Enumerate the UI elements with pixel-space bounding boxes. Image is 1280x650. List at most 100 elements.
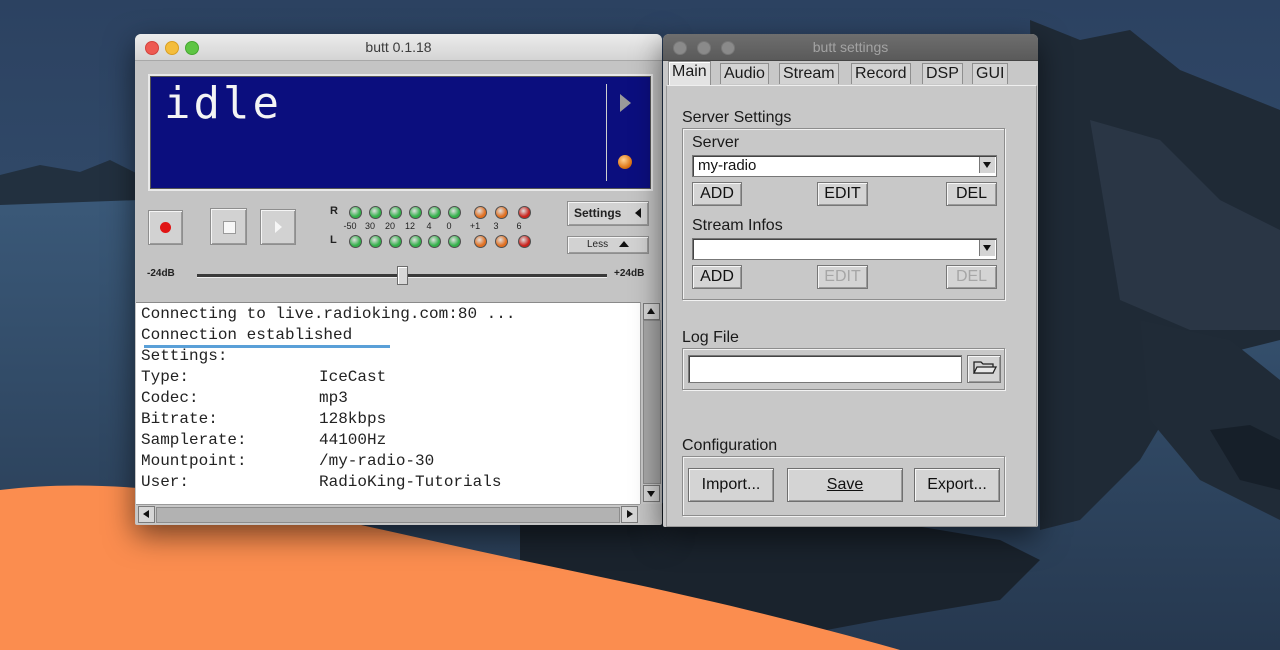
log-key: Codec: [141, 389, 199, 407]
stream-infos-select[interactable] [692, 238, 997, 260]
tab-record[interactable]: Record [851, 63, 911, 84]
stream-edit-button[interactable]: EDIT [817, 265, 868, 289]
log-key: Mountpoint: [141, 452, 247, 470]
server-settings-heading: Server Settings [682, 109, 792, 126]
scroll-right-button[interactable] [621, 506, 638, 523]
server-edit-button[interactable]: EDIT [817, 182, 868, 206]
server-label: Server [692, 134, 740, 151]
record-button[interactable] [148, 210, 183, 245]
scroll-thumb[interactable] [156, 507, 620, 523]
vu-left-led [495, 235, 508, 248]
less-button[interactable]: Less [567, 236, 649, 254]
tab-main[interactable]: Main [668, 61, 711, 86]
log-file-group [682, 348, 1005, 390]
log-vertical-scrollbar[interactable] [640, 302, 662, 504]
log-value: IceCast [319, 368, 387, 386]
log-key: Bitrate: [141, 410, 218, 428]
vu-right-led [369, 206, 382, 219]
lcd-display[interactable]: idle [148, 74, 653, 191]
import-button[interactable]: Import... [688, 468, 774, 502]
stop-icon [223, 221, 236, 234]
vu-right-led [448, 206, 461, 219]
stream-del-button[interactable]: DEL [946, 265, 997, 289]
vu-left-led [409, 235, 422, 248]
vu-scale-label: 20 [384, 221, 395, 231]
settings-tabbar: Main Audio Stream Record DSP GUI [666, 61, 1036, 86]
log-file-input[interactable] [688, 355, 962, 383]
vu-left-label: L [330, 234, 337, 246]
vu-left-led [369, 235, 382, 248]
main-tab-panel: Server Settings Server my-radio ADD EDIT… [666, 85, 1037, 527]
tab-stream[interactable]: Stream [779, 63, 839, 84]
vu-left-led [448, 235, 461, 248]
vu-scale-label: +1 [469, 221, 481, 231]
configuration-group: Import... Save Export... [682, 456, 1005, 516]
vu-scale-label: 30 [364, 221, 375, 231]
server-add-button[interactable]: ADD [692, 182, 742, 206]
caret-up-icon [619, 241, 629, 247]
vu-left-led [349, 235, 362, 248]
chevron-down-icon[interactable] [979, 157, 995, 173]
gain-min-label: -24dB [147, 268, 175, 279]
log-value: mp3 [319, 389, 348, 407]
scroll-thumb[interactable] [643, 320, 661, 484]
vu-left-led [474, 235, 487, 248]
vu-scale-label: 3 [493, 221, 499, 231]
scroll-left-button[interactable] [138, 506, 155, 523]
play-icon [275, 221, 282, 233]
scroll-down-button[interactable] [643, 485, 660, 502]
stream-add-button[interactable]: ADD [692, 265, 742, 289]
window-title: butt settings [812, 39, 889, 55]
log-value: RadioKing-Tutorials [319, 473, 502, 491]
vu-right-led [428, 206, 441, 219]
log-key: Type: [141, 368, 190, 386]
vu-scale-label: 4 [426, 221, 432, 231]
lcd-play-indicator-icon [620, 94, 631, 112]
tab-audio[interactable]: Audio [720, 63, 769, 84]
arrow-down-icon [647, 491, 655, 497]
chevron-down-icon[interactable] [979, 240, 995, 256]
server-del-button[interactable]: DEL [946, 182, 997, 206]
log-output[interactable]: Connecting to live.radioking.com:80 ... … [136, 302, 640, 505]
vu-left-led [518, 235, 531, 248]
record-icon [160, 222, 171, 233]
export-button[interactable]: Export... [914, 468, 1000, 502]
butt-settings-window: butt settings Main Audio Stream Record D… [663, 34, 1038, 527]
vu-scale-label: 0 [446, 221, 452, 231]
log-key: Samplerate: [141, 431, 247, 449]
log-line-connection-established: Connection established [141, 326, 353, 344]
log-horizontal-scrollbar[interactable] [136, 504, 640, 524]
vu-right-led [518, 206, 531, 219]
tab-gui[interactable]: GUI [972, 63, 1009, 84]
butt-main-window: butt 0.1.18 idle R L -50 30 20 12 4 0 +1… [135, 34, 662, 525]
main-titlebar[interactable]: butt 0.1.18 [135, 34, 662, 61]
arrow-left-icon [143, 510, 149, 518]
arrow-up-icon [647, 308, 655, 314]
scroll-up-button[interactable] [643, 303, 660, 320]
log-key: User: [141, 473, 190, 491]
settings-titlebar[interactable]: butt settings [663, 34, 1038, 61]
vu-right-led [409, 206, 422, 219]
server-select-value: my-radio [698, 157, 757, 174]
stop-button[interactable] [210, 208, 247, 245]
vu-right-led [349, 206, 362, 219]
lcd-divider [606, 84, 607, 181]
server-settings-group: Server my-radio ADD EDIT DEL Stream Info… [682, 128, 1005, 300]
stream-infos-label: Stream Infos [692, 217, 783, 234]
log-file-heading: Log File [682, 329, 739, 346]
vu-right-led [474, 206, 487, 219]
vu-right-label: R [330, 205, 338, 217]
browse-log-file-button[interactable] [967, 355, 1001, 383]
save-button[interactable]: Save [787, 468, 903, 502]
vu-scale-label: -50 [343, 221, 357, 231]
log-value: 44100Hz [319, 431, 387, 449]
folder-icon [972, 361, 998, 374]
tab-dsp[interactable]: DSP [922, 63, 963, 84]
settings-toggle-button[interactable]: Settings [567, 201, 649, 226]
server-select[interactable]: my-radio [692, 155, 997, 177]
log-value: /my-radio-30 [319, 452, 435, 470]
gain-slider-thumb[interactable] [397, 266, 408, 285]
play-button[interactable] [260, 209, 296, 245]
less-button-label: Less [587, 239, 609, 250]
lcd-status-text: idle [164, 78, 282, 129]
